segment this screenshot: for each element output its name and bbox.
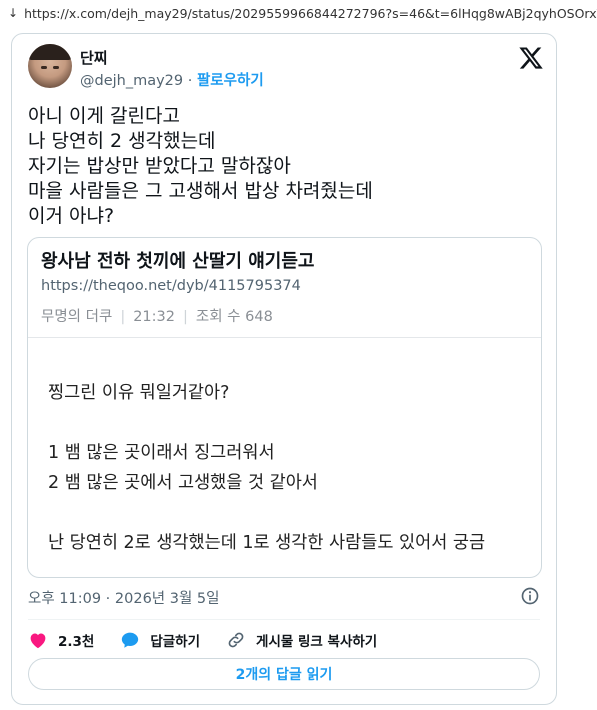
quoted-link-card[interactable]: 왕사남 전하 첫끼에 산딸기 얘기듣고 https://theqoo.net/d…	[27, 237, 542, 578]
heart-icon	[30, 633, 46, 649]
tweet-text: 아니 이게 갈린다고 나 당연히 2 생각했는데 자기는 밥상만 받았다고 말하…	[28, 104, 538, 229]
tweet-line: 이거 아냐?	[28, 205, 115, 227]
tweet-card: 단찌 @dejh_may29 · 팔로우하기 아니 이게 갈린다고 나 당연히 …	[11, 33, 557, 705]
copy-link-button[interactable]: 게시물 링크 복사하기	[226, 630, 377, 650]
tweet-line: 나 당연히 2 생각했는데	[28, 130, 216, 152]
link-card-url: https://theqoo.net/dyb/4115795374	[41, 278, 301, 294]
reply-button[interactable]: 답글하기	[120, 630, 200, 650]
reply-bubble-icon	[122, 632, 139, 648]
meta-time: 21:32	[133, 309, 175, 325]
meta-author: 무명의 더쿠	[41, 309, 113, 325]
tweet-line: 아니 이게 갈린다고	[28, 105, 180, 127]
address-bar[interactable]: ↓ https://x.com/dejh_may29/status/202955…	[0, 0, 597, 26]
author-handle-line: @dejh_may29 · 팔로우하기	[80, 69, 264, 90]
divider	[28, 619, 540, 620]
body-option-2: 2 뱀 많은 곳에서 고생했을 것 같아서	[48, 473, 318, 493]
like-button[interactable]: 2.3천	[28, 630, 94, 650]
tweet-timestamp[interactable]: 오후 11:09 · 2026년 3월 5일	[28, 587, 220, 608]
body-question: 찡그린 이유 뭐일거같아?	[48, 383, 230, 403]
x-logo-icon[interactable]	[518, 45, 544, 71]
link-card-title: 왕사남 전하 첫끼에 산딸기 얘기듣고	[41, 251, 315, 272]
down-arrow-icon: ↓	[8, 6, 19, 20]
tweet-line: 자기는 밥상만 받았다고 말하잖아	[28, 155, 291, 177]
read-replies-button[interactable]: 2개의 답글 읽기	[28, 658, 540, 690]
meta-views: 조회 수 648	[195, 309, 273, 325]
link-card-body: 찡그린 이유 뭐일거같아? 1 뱀 많은 곳이래서 징그러워서 2 뱀 많은 곳…	[48, 378, 485, 558]
avatar[interactable]	[28, 44, 72, 88]
action-bar: 2.3천 답글하기 게시물 링크 복사하기	[28, 627, 403, 653]
author-name[interactable]: 단찌	[80, 47, 108, 68]
follow-button[interactable]: 팔로우하기	[197, 73, 264, 89]
link-card-divider	[28, 337, 541, 338]
copy-link-label: 게시물 링크 복사하기	[256, 634, 378, 650]
body-closing: 난 당연히 2로 생각했는데 1로 생각한 사람들도 있어서 궁금	[48, 533, 486, 553]
url-text[interactable]: https://x.com/dejh_may29/status/20295599…	[24, 6, 597, 21]
link-card-meta: 무명의 더쿠 | 21:32 | 조회 수 648	[41, 309, 273, 325]
reply-label: 답글하기	[150, 634, 201, 650]
separator-dot: ·	[187, 73, 193, 89]
like-count: 2.3천	[58, 634, 95, 650]
body-option-1: 1 뱀 많은 곳이래서 징그러워서	[48, 443, 275, 463]
link-icon	[228, 632, 244, 648]
author-handle[interactable]: @dejh_may29	[80, 73, 183, 89]
info-icon[interactable]	[520, 586, 540, 606]
tweet-line: 마을 사람들은 그 고생해서 밥상 차려줬는데	[28, 180, 373, 202]
